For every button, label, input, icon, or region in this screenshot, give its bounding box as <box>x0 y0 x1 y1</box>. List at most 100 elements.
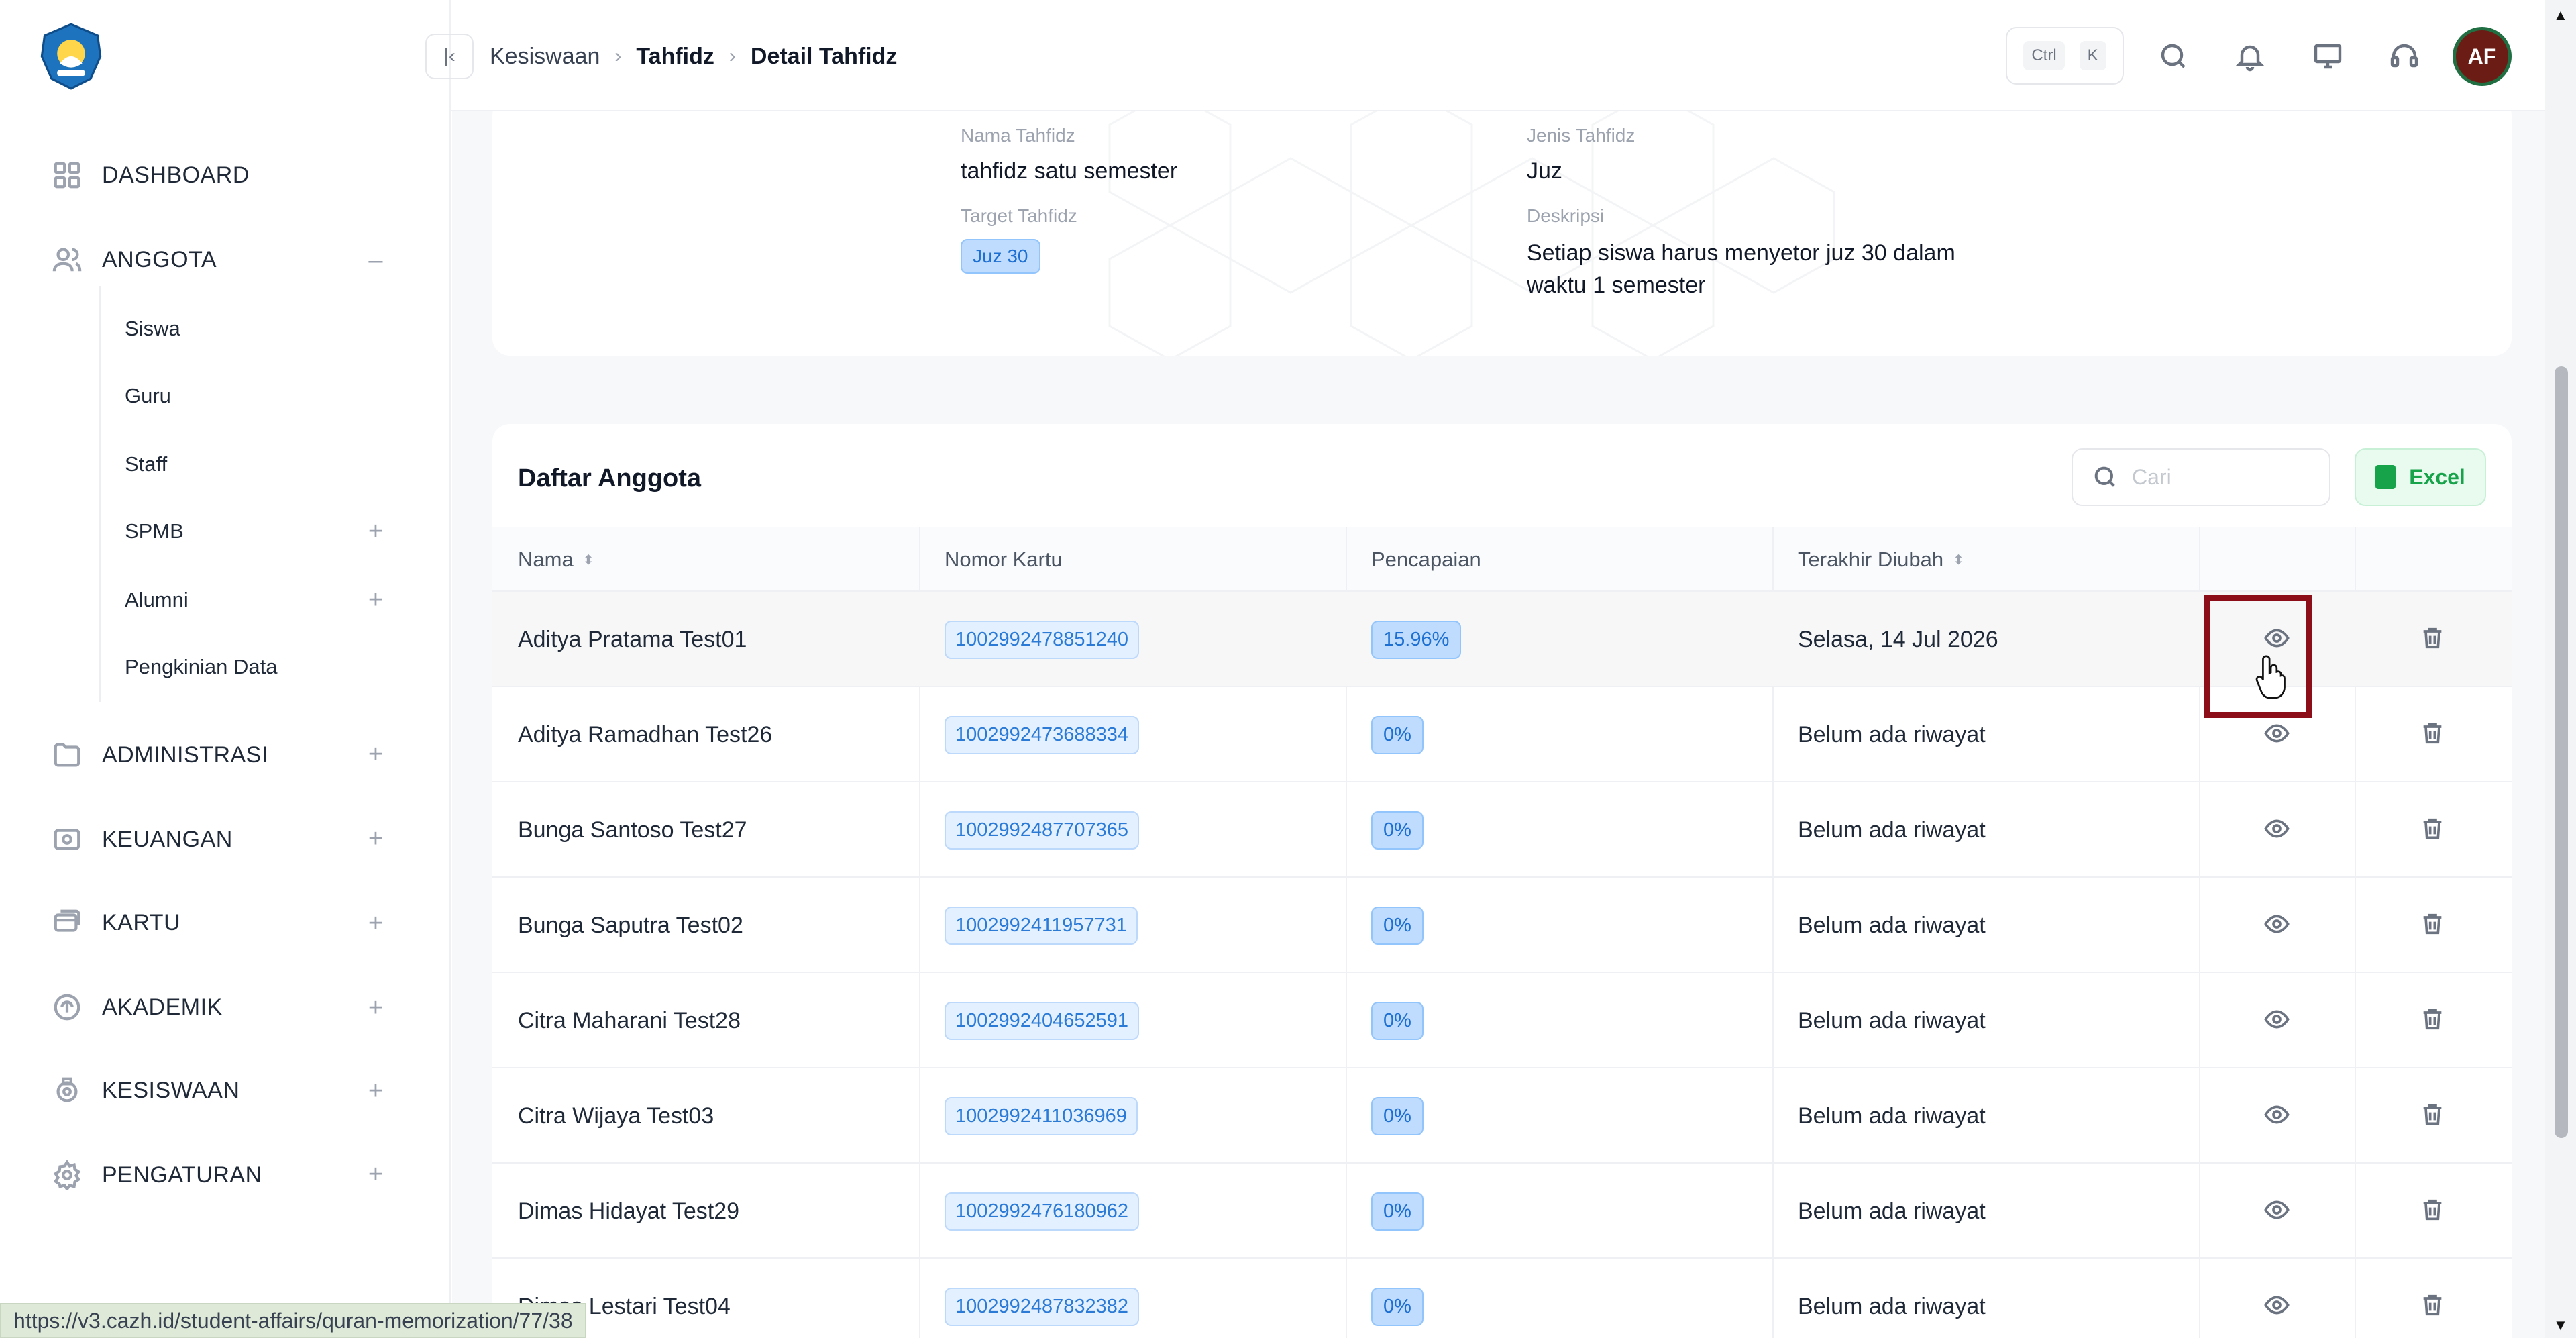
collapse-sidebar-button[interactable]: |‹ <box>425 34 474 79</box>
view-detail-button[interactable] <box>2253 1164 2301 1259</box>
last-updated: Selasa, 14 Jul 2026 <box>1798 626 1998 652</box>
excel-button-label: Excel <box>2409 464 2465 489</box>
column-header-terakhir-diubah[interactable]: Terakhir Diubah ⬍ <box>1798 527 1964 592</box>
expand-kesiswaan-toggle[interactable]: + <box>362 1078 389 1104</box>
card-number-badge: 1002992411957731 <box>945 906 1138 945</box>
progress-badge: 0% <box>1371 715 1424 754</box>
member-name: Citra Maharani Test28 <box>518 1007 741 1033</box>
sort-icon[interactable]: ⬍ <box>1953 552 1964 568</box>
expand-administrasi-toggle[interactable]: + <box>362 741 389 768</box>
expand-spmb-toggle[interactable]: + <box>362 518 389 545</box>
view-detail-button[interactable] <box>2253 1259 2301 1338</box>
view-detail-button[interactable] <box>2253 782 2301 878</box>
card-number-cell: 1002992473688334 <box>945 687 1140 782</box>
sidebar-subitem-siswa[interactable]: Siswa <box>125 309 180 349</box>
table-row: Bunga Santoso Test27 1002992487707365 0% Be… <box>492 782 2512 878</box>
sidebar-item-administrasi[interactable]: ADMINISTRASI <box>50 731 268 778</box>
view-detail-button[interactable] <box>2253 878 2301 973</box>
card-icon <box>50 905 85 940</box>
scrollbar-thumb[interactable] <box>2555 366 2568 1138</box>
progress-badge: 0% <box>1371 1096 1424 1135</box>
card-number-cell: 1002992411036969 <box>945 1068 1138 1164</box>
delete-button[interactable] <box>2408 687 2457 782</box>
vertical-scrollbar[interactable]: ▲ ▼ <box>2545 0 2576 1338</box>
export-excel-button[interactable]: Excel <box>2355 448 2486 506</box>
card-number-cell: 1002992487707365 <box>945 782 1140 878</box>
gear-icon <box>50 1157 85 1192</box>
delete-button[interactable] <box>2408 592 2457 687</box>
last-updated: Belum ada riwayat <box>1798 721 1986 748</box>
command-palette-shortcut[interactable]: Ctrl K <box>2006 27 2124 85</box>
sidebar-subitem-guru[interactable]: Guru <box>125 376 171 416</box>
delete-button[interactable] <box>2408 782 2457 878</box>
column-label: Pencapaian <box>1371 548 1481 571</box>
target-tahfidz-badge: Juz 30 <box>961 239 1040 274</box>
sidebar-subitem-pengkinian-data[interactable]: Pengkinian Data <box>125 647 278 687</box>
jenis-tahfidz-label: Jenis Tahfidz <box>1527 125 1635 146</box>
breadcrumb-detail-tahfidz: Detail Tahfidz <box>750 43 898 69</box>
dashboard-grid-icon <box>50 158 85 193</box>
money-icon <box>50 822 85 857</box>
app-window: DASHBOARD ANGGOTA – Siswa Guru Staff SPM… <box>0 0 2576 1338</box>
delete-button[interactable] <box>2408 1259 2457 1338</box>
sidebar-item-kartu[interactable]: KARTU <box>50 899 180 946</box>
scroll-down-arrow-icon[interactable]: ▼ <box>2553 1317 2568 1334</box>
hand-pointer-cursor-icon <box>2255 655 2286 699</box>
last-updated: Belum ada riwayat <box>1798 1293 1986 1319</box>
column-label: Nomor Kartu <box>945 548 1063 571</box>
user-avatar[interactable]: AF <box>2453 27 2512 86</box>
trash-icon <box>2419 1006 2446 1036</box>
sidebar-subitem-staff[interactable]: Staff <box>125 444 167 484</box>
member-name: Bunga Santoso Test27 <box>518 817 747 843</box>
last-updated: Belum ada riwayat <box>1798 912 1986 938</box>
expand-keuangan-toggle[interactable]: + <box>362 825 389 852</box>
card-number-cell: 1002992478851240 <box>945 592 1140 687</box>
monitor-icon[interactable] <box>2309 38 2347 75</box>
expand-alumni-toggle[interactable]: + <box>362 586 389 613</box>
sidebar-item-anggota[interactable]: ANGGOTA <box>50 236 217 283</box>
scroll-up-arrow-icon[interactable]: ▲ <box>2553 7 2568 24</box>
sidebar-item-kesiswaan[interactable]: KESISWAAN <box>50 1067 239 1114</box>
delete-button[interactable] <box>2408 973 2457 1068</box>
column-header-nama[interactable]: Nama ⬍ <box>518 527 594 592</box>
chevron-right-icon: › <box>729 45 736 67</box>
chevron-right-icon: › <box>614 45 622 67</box>
card-number-cell: 1002992404652591 <box>945 973 1140 1068</box>
bell-icon[interactable] <box>2231 38 2269 75</box>
student-affairs-icon <box>50 1073 85 1108</box>
sidebar-item-keuangan[interactable]: KEUANGAN <box>50 816 233 863</box>
delete-button[interactable] <box>2408 1068 2457 1164</box>
progress-badge: 0% <box>1371 1001 1424 1040</box>
members-list-card: Daftar Anggota Excel Nama ⬍ Nomor Kartu P… <box>492 424 2512 1338</box>
school-logo[interactable] <box>36 21 106 91</box>
search-icon[interactable] <box>2155 38 2192 75</box>
view-detail-button[interactable] <box>2253 1068 2301 1164</box>
search-box[interactable] <box>2072 448 2330 506</box>
sidebar-item-akademik[interactable]: AKADEMIK <box>50 984 223 1031</box>
breadcrumb-kesiswaan[interactable]: Kesiswaan <box>490 44 600 70</box>
trash-icon <box>2419 625 2446 655</box>
sidebar-subitem-spmb[interactable]: SPMB <box>125 511 184 552</box>
sidebar-subitem-alumni[interactable]: Alumni <box>125 580 189 620</box>
search-input[interactable] <box>2132 464 2306 490</box>
delete-button[interactable] <box>2408 878 2457 973</box>
table-header: Nama ⬍ Nomor Kartu Pencapaian Terakhir Di… <box>492 527 2512 592</box>
sidebar-item-dashboard[interactable]: DASHBOARD <box>50 152 250 199</box>
nama-tahfidz-label: Nama Tahfidz <box>961 125 1075 146</box>
sidebar-item-pengaturan[interactable]: PENGATURAN <box>50 1151 262 1198</box>
delete-button[interactable] <box>2408 1164 2457 1259</box>
card-number-badge: 1002992478851240 <box>945 620 1140 659</box>
expand-pengaturan-toggle[interactable]: + <box>362 1161 389 1188</box>
eye-icon <box>2263 911 2290 941</box>
progress-cell: 15.96% <box>1371 592 1462 687</box>
expand-akademik-toggle[interactable]: + <box>362 994 389 1021</box>
expand-kartu-toggle[interactable]: + <box>362 910 389 937</box>
breadcrumb-tahfidz[interactable]: Tahfidz <box>636 44 714 70</box>
sort-icon[interactable]: ⬍ <box>583 552 594 568</box>
member-name: Aditya Pratama Test01 <box>518 626 747 652</box>
collapse-anggota-toggle[interactable]: – <box>362 247 389 274</box>
view-detail-button[interactable] <box>2253 973 2301 1068</box>
sidebar-item-label: KEUANGAN <box>102 826 233 852</box>
card-number-badge: 1002992411036969 <box>945 1096 1138 1135</box>
support-headset-icon[interactable] <box>2385 38 2423 75</box>
